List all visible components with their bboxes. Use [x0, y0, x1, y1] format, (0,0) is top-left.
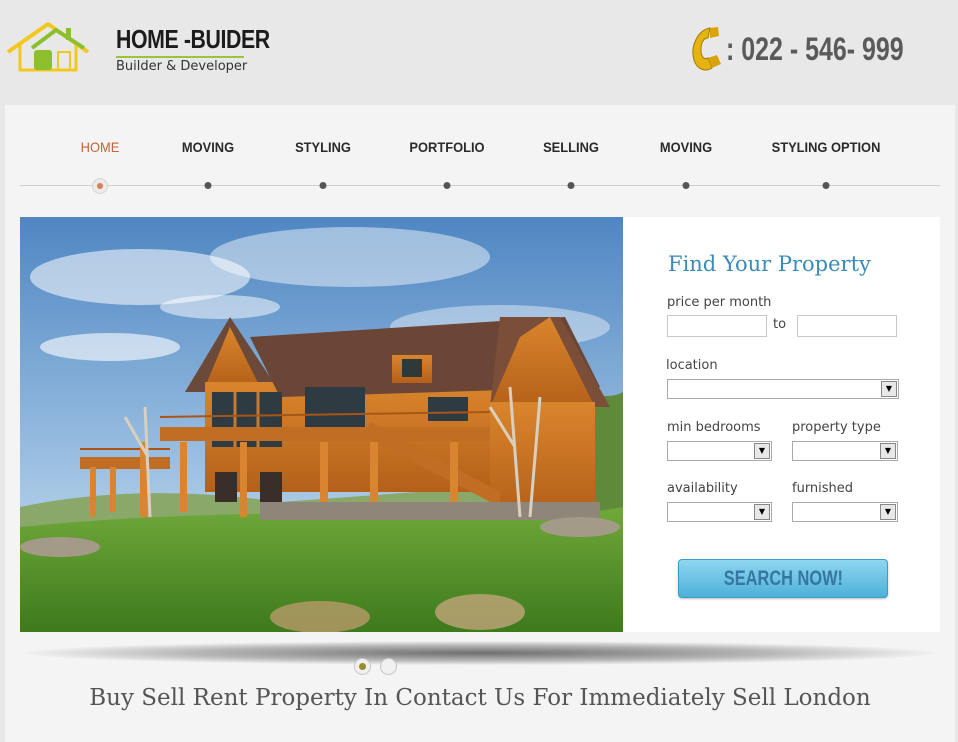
min-bedrooms-label: min bedrooms — [667, 420, 761, 435]
nav-indicator — [567, 182, 575, 189]
nav-divider — [20, 185, 940, 186]
logo-title: HOME -BUIDER — [116, 24, 270, 54]
slider-dot-1[interactable] — [354, 658, 371, 675]
property-type-label: property type — [792, 420, 881, 435]
min-bedrooms-select[interactable]: ▼ — [667, 441, 772, 461]
chevron-down-icon[interactable]: ▼ — [754, 504, 770, 520]
nav-item-styling-option[interactable]: STYLING OPTION — [772, 139, 881, 155]
search-now-button[interactable]: SEARCH NOW! — [678, 559, 888, 598]
house-photo — [20, 217, 623, 632]
chevron-down-icon[interactable]: ▼ — [880, 443, 896, 459]
property-search-form: Find Your Property price per month to lo… — [623, 217, 940, 632]
nav-indicator — [319, 182, 327, 189]
price-label: price per month — [667, 295, 772, 310]
main-nav: HOME MOVING STYLING PORTFOLIO SELLING MO… — [5, 105, 955, 205]
price-from-input[interactable] — [667, 315, 767, 337]
availability-select[interactable]: ▼ — [667, 502, 772, 522]
nav-item-home[interactable]: HOME — [81, 139, 120, 155]
nav-item-selling[interactable]: SELLING — [543, 139, 599, 155]
chevron-down-icon[interactable]: ▼ — [754, 443, 770, 459]
search-title: Find Your Property — [668, 252, 871, 276]
nav-indicator — [822, 182, 830, 189]
logo[interactable]: HOME -BUIDER Builder & Developer — [4, 18, 270, 78]
nav-indicator — [682, 182, 690, 189]
nav-item-portfolio[interactable]: PORTFOLIO — [409, 139, 484, 155]
logo-underline — [116, 56, 244, 58]
hero-image — [20, 217, 623, 632]
location-select[interactable]: ▼ — [667, 379, 899, 399]
nav-item-moving-2[interactable]: MOVING — [660, 139, 712, 155]
phone-icon — [692, 27, 722, 71]
logo-subtitle: Builder & Developer — [116, 59, 248, 74]
furnished-label: furnished — [792, 481, 854, 496]
furnished-select[interactable]: ▼ — [792, 502, 898, 522]
property-type-select[interactable]: ▼ — [792, 441, 898, 461]
house-logo-icon — [6, 22, 90, 72]
nav-item-moving[interactable]: MOVING — [182, 139, 234, 155]
slider-dot-2[interactable] — [380, 658, 397, 675]
price-to-input[interactable] — [797, 315, 897, 337]
phone-contact: : 022 - 546- 999 — [688, 24, 954, 74]
availability-label: availability — [667, 481, 738, 496]
nav-indicator — [443, 182, 451, 189]
chevron-down-icon[interactable]: ▼ — [880, 504, 896, 520]
search-now-label: SEARCH NOW! — [723, 567, 843, 590]
chevron-down-icon[interactable]: ▼ — [881, 381, 897, 397]
slider-shadow — [25, 641, 935, 665]
tagline: Buy Sell Rent Property In Contact Us For… — [89, 685, 871, 711]
nav-item-styling[interactable]: STYLING — [295, 139, 351, 155]
location-label: location — [666, 358, 718, 373]
nav-indicator-home — [92, 178, 108, 194]
site-header: HOME -BUIDER Builder & Developer : 022 -… — [0, 0, 958, 105]
main-panel: HOME MOVING STYLING PORTFOLIO SELLING MO… — [5, 105, 955, 742]
phone-number: : 022 - 546- 999 — [726, 30, 904, 67]
price-to-label: to — [773, 317, 787, 332]
nav-indicator — [204, 182, 212, 189]
